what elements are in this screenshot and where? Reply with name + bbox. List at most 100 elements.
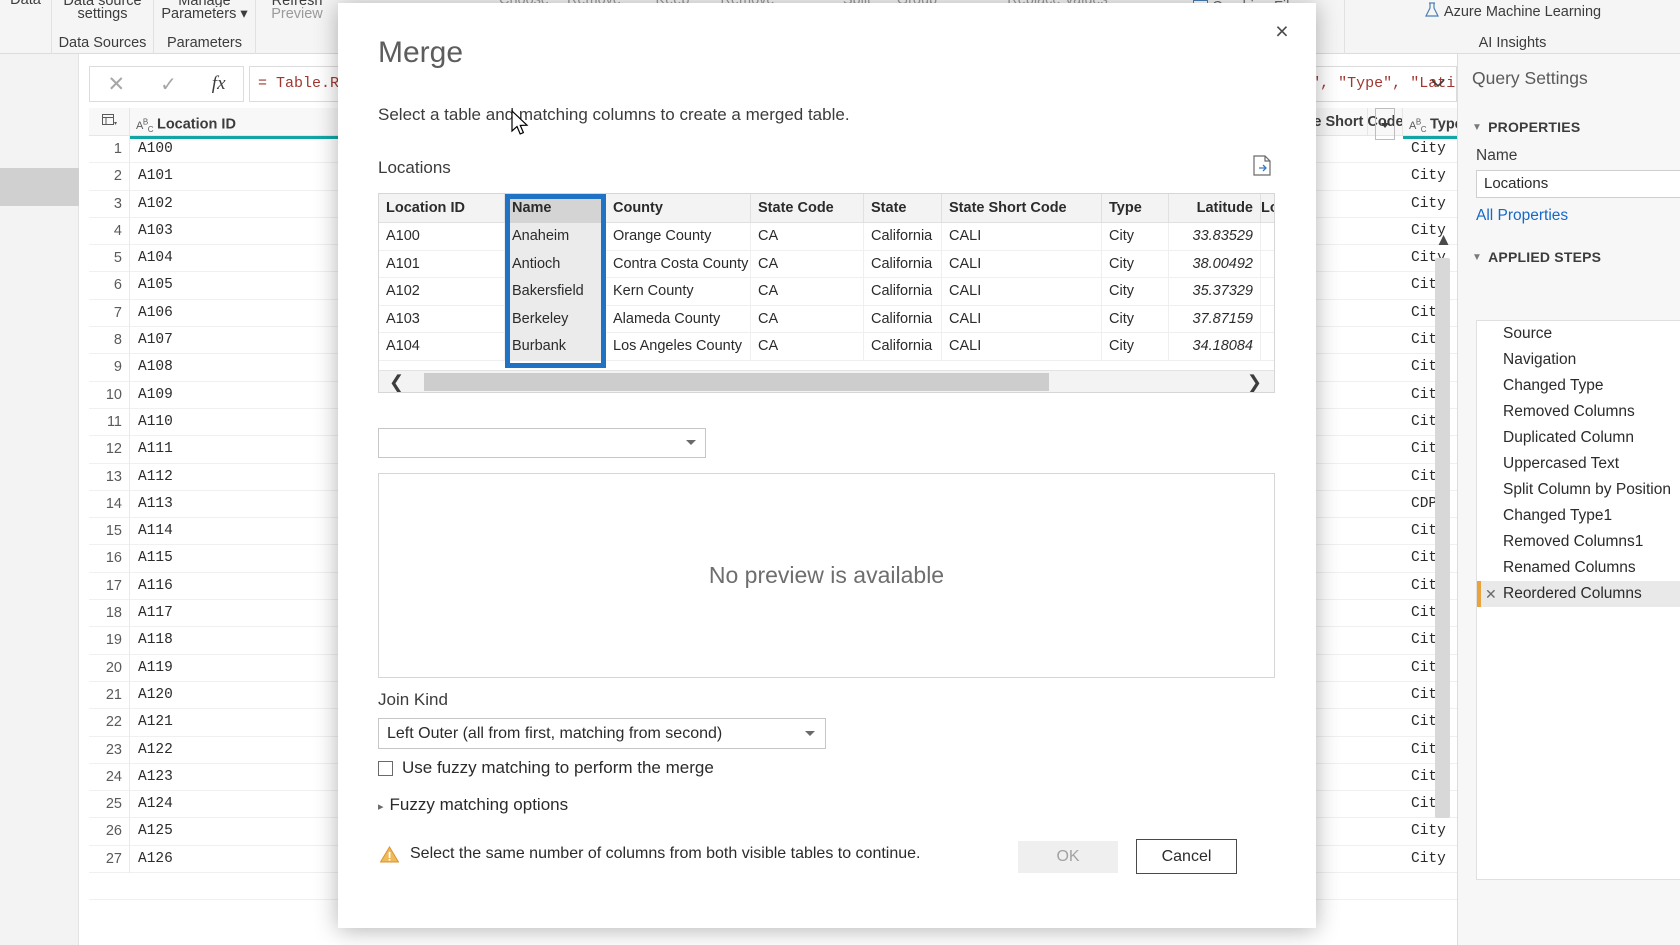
preview-table-cell[interactable]: -1 — [1261, 278, 1274, 306]
preview-table-cell[interactable]: 33.83529 — [1169, 223, 1261, 251]
cell-type[interactable]: City — [1403, 191, 1457, 218]
preview-table-cell[interactable]: 34.18084 — [1169, 333, 1261, 361]
preview-horizontal-scrollbar[interactable]: ❮ ❯ — [379, 370, 1274, 392]
preview-table-row[interactable]: A102 Bakersfield Kern County CA California CA… — [379, 278, 1274, 306]
preview-table-cell[interactable]: California — [864, 250, 942, 278]
applied-step-item[interactable]: Source — [1477, 321, 1680, 347]
preview-table-cell[interactable]: 35.37329 — [1169, 278, 1261, 306]
formula-expand-chevron-down-icon[interactable] — [1429, 74, 1447, 92]
second-table-select[interactable] — [378, 428, 706, 458]
ribbon-group-data-sources[interactable]: Data source settings Data Sources — [52, 0, 154, 54]
preview-column-header[interactable]: Location ID — [379, 194, 505, 223]
scroll-right-icon[interactable]: ❯ — [1247, 371, 1262, 392]
fx-icon[interactable]: fx — [212, 73, 226, 95]
close-icon[interactable]: × — [1264, 15, 1300, 47]
grid-column-header-type[interactable]: ABCType — [1403, 108, 1457, 136]
applied-step-item[interactable]: Removed Columns1 — [1477, 529, 1680, 555]
properties-section-header[interactable]: ▼ PROPERTIES — [1472, 119, 1580, 135]
preview-table-cell[interactable]: California — [864, 278, 942, 306]
formula-cancel-icon[interactable]: ✕ — [107, 72, 125, 97]
ribbon-group-parameters[interactable]: Manage Parameters ▾ Parameters — [154, 0, 256, 54]
preview-table-cell[interactable]: California — [864, 305, 942, 333]
join-kind-select[interactable]: Left Outer (all from first, matching fro… — [378, 718, 826, 749]
grid-vertical-scrollbar[interactable] — [1435, 258, 1450, 818]
preview-table-cell[interactable]: CALI — [942, 250, 1102, 278]
preview-table-cell[interactable]: City — [1102, 278, 1169, 306]
cancel-button[interactable]: Cancel — [1136, 839, 1237, 874]
queries-pane-selected-item[interactable] — [0, 168, 79, 206]
cell-type[interactable]: City — [1403, 846, 1457, 873]
preview-table-cell[interactable]: CA — [751, 278, 864, 306]
cell-type[interactable]: City — [1403, 818, 1457, 845]
preview-table-cell[interactable]: CA — [751, 333, 864, 361]
preview-table-row[interactable]: A101 Antioch Contra Costa County CA Californ… — [379, 250, 1274, 279]
preview-table-cell[interactable]: A101 — [379, 250, 505, 278]
formula-accept-icon[interactable]: ✓ — [160, 72, 177, 97]
cell-type[interactable]: City — [1403, 136, 1457, 163]
preview-table-cell[interactable]: Antioch — [505, 250, 606, 278]
preview-table-cell[interactable]: Orange County — [606, 223, 751, 251]
preview-column-header[interactable]: County — [606, 194, 751, 223]
preview-table-cell[interactable]: -1 — [1261, 223, 1274, 251]
query-name-input[interactable]: Locations — [1476, 170, 1680, 198]
preview-table-cell[interactable]: Contra Costa County — [606, 250, 751, 278]
scrollbar-thumb[interactable] — [424, 373, 1049, 391]
fuzzy-matching-checkbox-row[interactable]: Use fuzzy matching to perform the merge — [378, 758, 714, 778]
preview-table-cell[interactable]: California — [864, 223, 942, 251]
preview-column-header[interactable]: State Code — [751, 194, 864, 223]
all-properties-link[interactable]: All Properties — [1476, 207, 1568, 225]
applied-step-item[interactable]: Navigation — [1477, 347, 1680, 373]
preview-table-row[interactable]: A104 Burbank Los Angeles County CA Californi… — [379, 333, 1274, 361]
preview-table-cell[interactable]: CA — [751, 250, 864, 278]
preview-column-header[interactable]: Longitude — [1261, 194, 1274, 223]
ribbon-group-enter-data[interactable]: Data — [0, 0, 52, 54]
preview-table-cell[interactable]: CA — [751, 223, 864, 251]
scroll-left-icon[interactable]: ❮ — [389, 371, 404, 392]
preview-column-header[interactable]: Type — [1102, 194, 1169, 223]
grid-column-filter-button[interactable] — [1368, 108, 1403, 140]
preview-table-row[interactable]: A100 Anaheim Orange County CA California CALI… — [379, 223, 1274, 251]
grid-select-all-button[interactable] — [89, 108, 130, 136]
preview-table-cell[interactable]: City — [1102, 333, 1169, 361]
preview-table-cell[interactable]: A102 — [379, 278, 505, 306]
queries-pane[interactable] — [0, 54, 79, 945]
applied-step-item[interactable]: Changed Type1 — [1477, 503, 1680, 529]
cell-type[interactable]: City — [1403, 163, 1457, 190]
applied-step-item[interactable]: ✕ Reordered Columns — [1477, 581, 1680, 607]
preview-table-cell[interactable]: City — [1102, 223, 1169, 251]
ribbon-group-ai-insights[interactable]: Azure Machine Learning AI Insights — [1345, 0, 1680, 54]
preview-table-cell[interactable]: A100 — [379, 223, 505, 251]
grid-scroll-up-icon[interactable]: ▲ — [1435, 230, 1452, 250]
fuzzy-matching-options-toggle[interactable]: ▸ Fuzzy matching options — [378, 795, 568, 815]
applied-step-item[interactable]: Duplicated Column — [1477, 425, 1680, 451]
expand-preview-icon[interactable] — [1251, 155, 1273, 179]
applied-step-item[interactable]: Removed Columns — [1477, 399, 1680, 425]
applied-step-item[interactable]: Uppercased Text — [1477, 451, 1680, 477]
delete-step-icon[interactable]: ✕ — [1485, 581, 1497, 607]
preview-table-cell[interactable]: A103 — [379, 305, 505, 333]
preview-table-cell[interactable]: Burbank — [505, 333, 606, 361]
preview-column-header[interactable]: Latitude — [1169, 194, 1261, 223]
preview-table-cell[interactable]: CALI — [942, 333, 1102, 361]
preview-column-header[interactable]: Name — [505, 194, 606, 223]
preview-table-cell[interactable]: CALI — [942, 305, 1102, 333]
preview-table-row[interactable]: A103 Berkeley Alameda County CA California CA… — [379, 305, 1274, 334]
preview-table-cell[interactable]: 38.00492 — [1169, 250, 1261, 278]
preview-table-cell[interactable]: Berkeley — [505, 305, 606, 333]
preview-table-cell[interactable]: Los Angeles County — [606, 333, 751, 361]
preview-table-cell[interactable]: -1 — [1261, 251, 1274, 279]
fuzzy-matching-checkbox[interactable] — [378, 760, 393, 776]
preview-table-cell[interactable]: A104 — [379, 333, 505, 361]
preview-table-cell[interactable]: Bakersfield — [505, 278, 606, 306]
ok-button[interactable]: OK — [1018, 841, 1118, 873]
preview-table-cell[interactable]: California — [864, 333, 942, 361]
preview-table-cell[interactable]: CALI — [942, 223, 1102, 251]
preview-table-cell[interactable]: -1 — [1261, 306, 1274, 334]
preview-table-cell[interactable]: Anaheim — [505, 223, 606, 251]
preview-table-cell[interactable]: 37.87159 — [1169, 305, 1261, 333]
first-table-preview[interactable]: Location ID Name County State Code State Stat… — [378, 193, 1275, 393]
preview-table-cell[interactable]: Kern County — [606, 278, 751, 306]
preview-table-cell[interactable]: -1 — [1261, 333, 1274, 361]
preview-column-header[interactable]: State Short Code — [942, 194, 1102, 223]
applied-step-item[interactable]: Changed Type — [1477, 373, 1680, 399]
